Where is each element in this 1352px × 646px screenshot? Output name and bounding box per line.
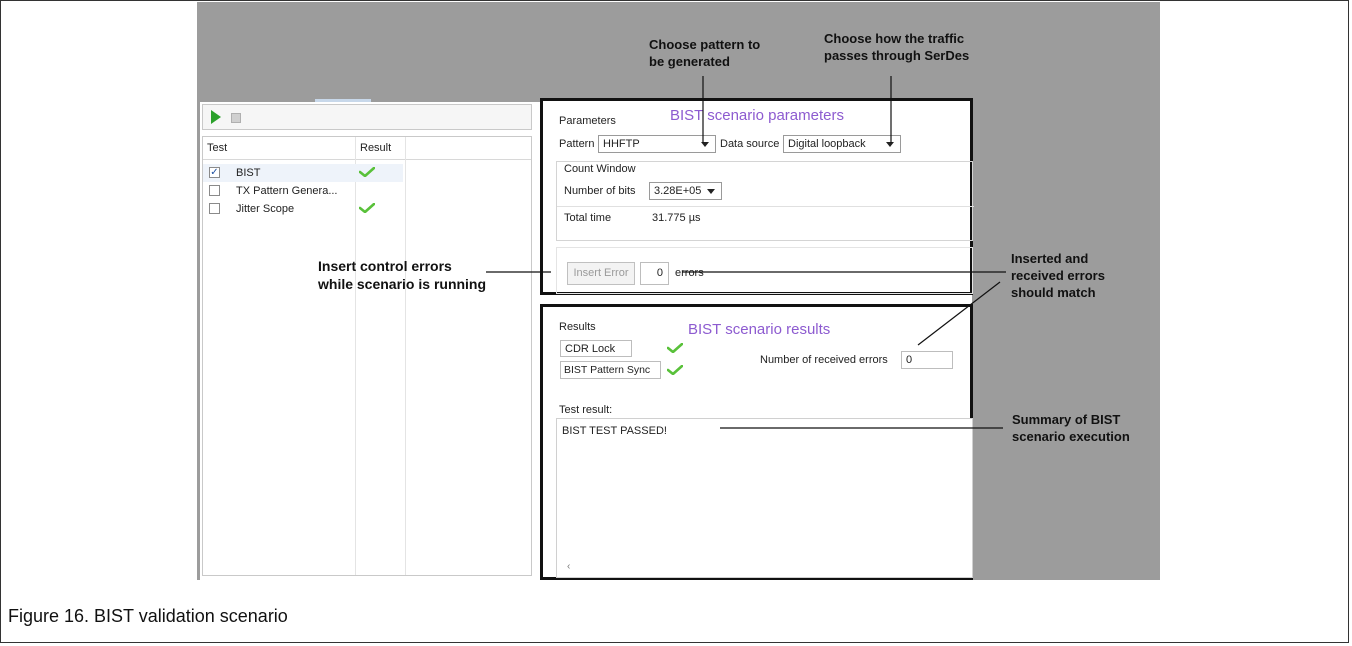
num-bits-select[interactable]: 3.28E+05	[649, 182, 722, 200]
received-errors-field: 0	[901, 351, 953, 369]
annotation-line: Choose how the traffic	[824, 31, 965, 46]
chevron-down-icon	[707, 189, 715, 194]
check-icon	[667, 343, 683, 353]
annotation-choose-traffic: Choose how the traffic passes through Se…	[824, 30, 969, 64]
annotation-line: Inserted and	[1011, 251, 1089, 266]
results-box: Results BIST scenario results CDR Lock B…	[540, 304, 973, 580]
results-section-label: Results	[559, 321, 596, 333]
column-header-test[interactable]: Test	[207, 142, 227, 154]
check-icon	[667, 365, 683, 375]
test-result-textarea[interactable]: BIST TEST PASSED! ‹	[556, 418, 973, 578]
annotation-insert-control: Insert control errors while scenario is …	[318, 257, 486, 293]
check-icon	[359, 203, 375, 213]
chevron-down-icon	[701, 142, 709, 147]
annotation-line: passes through SerDes	[824, 48, 970, 63]
data-source-select[interactable]: Digital loopback	[783, 135, 901, 153]
annotation-line: be generated	[649, 54, 730, 69]
table-row[interactable]: TX Pattern Genera...	[203, 182, 531, 200]
data-source-value: Digital loopback	[788, 138, 866, 150]
figure-caption: Figure 16. BIST validation scenario	[8, 606, 288, 626]
pattern-sync-field: BIST Pattern Sync	[560, 361, 661, 379]
scroll-left-icon[interactable]: ‹	[567, 561, 570, 572]
pattern-sync-label: BIST Pattern Sync	[564, 364, 651, 376]
errors-count: 0	[640, 262, 669, 285]
insert-error-group: Insert Error 0 errors	[556, 247, 973, 294]
total-time-label: Total time	[564, 212, 612, 224]
annotation-summary: Summary of BIST scenario execution	[1012, 411, 1130, 445]
annotation-line: Summary of BIST	[1012, 412, 1121, 427]
test-list-panel: Test Result ✓ BIST TX Pattern Genera... …	[200, 102, 536, 580]
count-window-label: Count Window	[564, 163, 636, 175]
row-checkbox[interactable]	[209, 203, 220, 214]
test-toolbar	[202, 104, 532, 130]
annotation-inserted-received: Inserted and received errors should matc…	[1011, 250, 1105, 301]
annotation-line: Insert control errors	[318, 258, 452, 274]
pattern-label: Pattern	[559, 138, 595, 150]
num-bits-value: 3.28E+05	[654, 185, 702, 197]
table-row[interactable]: Jitter Scope	[203, 200, 531, 218]
check-icon	[359, 167, 375, 177]
test-table-header: Test Result	[203, 137, 531, 160]
annotation-choose-pattern: Choose pattern to be generated	[649, 36, 760, 70]
cdr-lock-field: CDR Lock	[560, 340, 632, 357]
parameters-title: BIST scenario parameters	[670, 107, 844, 124]
test-name: Jitter Scope	[236, 203, 295, 215]
annotation-line: Choose pattern to	[649, 37, 761, 52]
data-source-label: Data source	[720, 138, 780, 150]
test-result-text: BIST TEST PASSED!	[562, 425, 667, 437]
num-bits-label: Number of bits	[564, 185, 636, 197]
annotation-line: received errors	[1011, 268, 1105, 283]
chevron-down-icon	[886, 142, 894, 147]
annotation-line: while scenario is running	[318, 276, 487, 292]
count-window-group: Count Window Number of bits 3.28E+05 Tot…	[556, 161, 974, 241]
received-errors-value: 0	[906, 354, 913, 366]
pattern-value: HHFTP	[603, 138, 640, 150]
test-result-label: Test result:	[559, 404, 613, 416]
parameters-box: Parameters BIST scenario parameters Patt…	[540, 98, 974, 295]
cdr-lock-label: CDR Lock	[565, 343, 616, 355]
pattern-select[interactable]: HHFTP	[598, 135, 716, 153]
total-time-value: 31.775 µs	[652, 212, 701, 224]
results-title: BIST scenario results	[688, 321, 831, 338]
play-icon[interactable]	[211, 110, 221, 124]
annotation-line: scenario execution	[1012, 429, 1130, 444]
parameters-section-label: Parameters	[559, 115, 616, 127]
table-row[interactable]: ✓ BIST	[203, 164, 403, 182]
row-checkbox[interactable]: ✓	[209, 167, 220, 178]
row-checkbox[interactable]	[209, 185, 220, 196]
errors-label: errors	[675, 267, 704, 279]
column-header-result[interactable]: Result	[360, 142, 391, 154]
insert-error-button[interactable]: Insert Error	[567, 262, 635, 285]
test-table: Test Result ✓ BIST TX Pattern Genera... …	[202, 136, 532, 576]
stop-icon[interactable]	[231, 113, 241, 123]
test-name: BIST	[236, 167, 261, 179]
divider	[557, 206, 974, 207]
annotation-line: should match	[1011, 285, 1096, 300]
test-name: TX Pattern Genera...	[236, 185, 338, 197]
received-errors-label: Number of received errors	[760, 354, 888, 366]
